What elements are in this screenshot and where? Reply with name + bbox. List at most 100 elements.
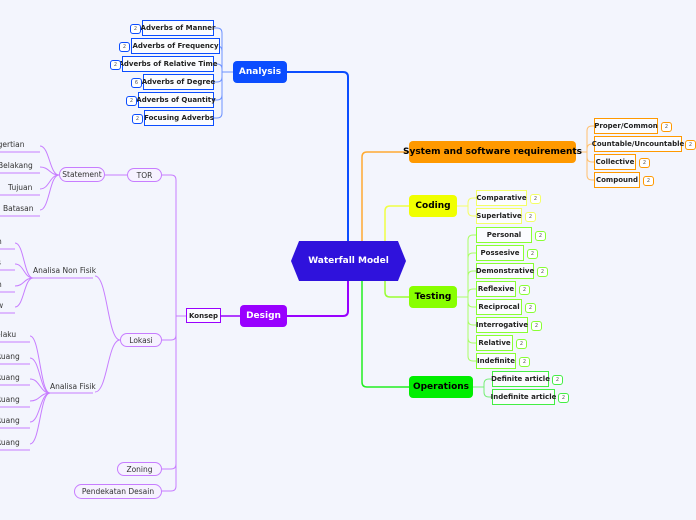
- subtopic[interactable]: Reciprocal: [476, 299, 522, 315]
- connector: [457, 296, 476, 308]
- connector: [214, 71, 233, 83]
- count-badge[interactable]: 2: [639, 158, 650, 168]
- zoning-node[interactable]: Zoning: [117, 462, 162, 476]
- connector: [214, 71, 233, 101]
- count-badge[interactable]: 2: [119, 42, 130, 52]
- subtopic[interactable]: Demonstrative: [476, 263, 534, 279]
- subtopic[interactable]: Countable/Uncountable: [592, 136, 684, 152]
- subtopic[interactable]: Adverbs of Quantity: [136, 92, 216, 108]
- connector: [287, 71, 349, 241]
- connector: [94, 339, 121, 393]
- lokasi-node[interactable]: Lokasi: [120, 333, 162, 347]
- subtopic[interactable]: Reflexive: [476, 281, 516, 297]
- connector: [162, 315, 186, 341]
- subtopic[interactable]: Indefinite article: [491, 389, 556, 405]
- connector: [39, 174, 60, 190]
- subtopic[interactable]: Proper/Common: [594, 118, 658, 134]
- fisik-child[interactable]: Ruang: [0, 416, 20, 425]
- subtopic[interactable]: Focusing Adverbs: [144, 110, 214, 126]
- count-badge[interactable]: 2: [130, 24, 141, 34]
- central-topic[interactable]: Waterfall Model: [291, 241, 406, 281]
- subtopic[interactable]: Adverbs of Frequency: [131, 38, 220, 54]
- subtopic[interactable]: Comparative: [476, 190, 527, 206]
- analisa-fisik-label[interactable]: Analisa Fisik: [50, 382, 96, 391]
- fisik-child[interactable]: Ruang: [0, 438, 20, 447]
- count-badge[interactable]: 2: [110, 60, 121, 70]
- count-badge[interactable]: 2: [519, 357, 530, 367]
- count-badge[interactable]: 2: [516, 339, 527, 349]
- statement-node[interactable]: Statement: [59, 167, 105, 182]
- topic-testing[interactable]: Testing: [409, 286, 457, 308]
- connector: [457, 288, 476, 298]
- connector: [94, 275, 121, 341]
- count-badge[interactable]: 2: [558, 393, 569, 403]
- count-badge[interactable]: 2: [525, 212, 536, 222]
- connector: [287, 281, 349, 317]
- topic-operations[interactable]: Operations: [409, 376, 473, 398]
- subtopic[interactable]: Adverbs of Degree: [142, 74, 215, 90]
- count-badge[interactable]: 2: [535, 231, 546, 241]
- statement-child[interactable]: Tujuan: [8, 183, 32, 192]
- topic-coding[interactable]: Coding: [409, 195, 457, 217]
- connector: [457, 270, 476, 298]
- subtopic[interactable]: Interrogative: [476, 317, 528, 333]
- count-badge[interactable]: 2: [537, 267, 548, 277]
- fisik-child[interactable]: elaku: [0, 330, 16, 339]
- subtopic[interactable]: Superlative: [476, 208, 522, 224]
- count-badge[interactable]: 2: [530, 194, 541, 204]
- connector: [457, 296, 476, 326]
- fisik-child[interactable]: Ruang: [0, 352, 20, 361]
- fisik-child[interactable]: Ruang: [0, 395, 20, 404]
- mindmap-canvas: Waterfall Model Analysis System and soft…: [0, 0, 696, 520]
- pendekatan-desain-node[interactable]: Pendekatan Desain: [74, 484, 162, 499]
- connector: [162, 315, 186, 492]
- subtopic[interactable]: Definite article: [491, 371, 550, 387]
- connector: [214, 71, 233, 119]
- count-badge[interactable]: 2: [527, 249, 538, 259]
- statement-child[interactable]: Pengertian: [0, 140, 24, 149]
- count-badge[interactable]: 2: [643, 176, 654, 186]
- count-badge[interactable]: 2: [552, 375, 563, 385]
- connector: [473, 378, 492, 388]
- subtopic[interactable]: Possesive: [476, 245, 524, 261]
- connector: [457, 234, 476, 298]
- count-badge[interactable]: 2: [685, 140, 696, 150]
- konsep-node[interactable]: Konsep: [186, 308, 221, 323]
- subtopic[interactable]: Adverbs of Relative Time: [118, 56, 218, 72]
- fisik-child[interactable]: Ruang: [0, 373, 20, 382]
- count-badge[interactable]: 2: [519, 285, 530, 295]
- statement-child[interactable]: Belakang: [0, 161, 33, 170]
- connector: [457, 197, 476, 207]
- analisa-non-fisik-label[interactable]: Analisa Non Fisik: [33, 266, 96, 275]
- subtopic[interactable]: Indefinite: [476, 353, 516, 369]
- connector: [14, 242, 34, 279]
- connector: [457, 205, 476, 217]
- subtopic[interactable]: Collective: [594, 154, 636, 170]
- topic-system-requirements[interactable]: System and software requirements: [403, 141, 582, 163]
- tor-node[interactable]: TOR: [127, 168, 162, 182]
- statement-child[interactable]: Batasan: [3, 204, 34, 213]
- subtopic[interactable]: Compound: [594, 172, 640, 188]
- connector: [29, 335, 51, 394]
- connector: [473, 386, 492, 398]
- topic-design[interactable]: Design: [240, 305, 287, 327]
- count-badge[interactable]: 2: [525, 303, 536, 313]
- connector: [457, 296, 476, 344]
- connector: [162, 174, 186, 317]
- topic-analysis[interactable]: Analysis: [233, 61, 287, 83]
- non-fisik-child[interactable]: w: [0, 301, 3, 310]
- count-badge[interactable]: 2: [531, 321, 542, 331]
- subtopic[interactable]: Relative: [476, 335, 513, 351]
- count-badge[interactable]: 2: [132, 114, 143, 124]
- subtopic[interactable]: Adverbs of Manner: [141, 20, 215, 36]
- count-badge[interactable]: 2: [126, 96, 137, 106]
- connector: [14, 263, 34, 279]
- count-badge[interactable]: 6: [131, 78, 142, 88]
- connector: [39, 174, 60, 211]
- non-fisik-child[interactable]: s: [0, 258, 1, 267]
- subtopic[interactable]: Personal: [476, 227, 532, 243]
- count-badge[interactable]: 2: [661, 122, 672, 132]
- central-label: Waterfall Model: [308, 256, 389, 266]
- non-fisik-child[interactable]: n: [0, 237, 2, 246]
- non-fisik-child[interactable]: n: [0, 280, 2, 289]
